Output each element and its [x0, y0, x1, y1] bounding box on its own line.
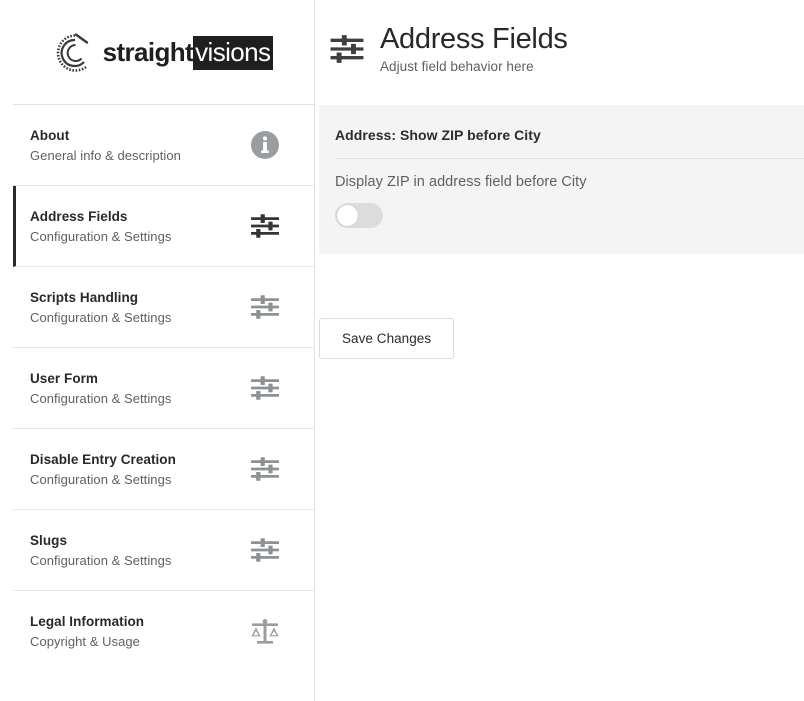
- zip-before-city-toggle[interactable]: [335, 203, 383, 228]
- sliders-icon: [248, 452, 282, 486]
- sidebar-item-title: Address Fields: [30, 208, 128, 224]
- sidebar-item-title: Slugs: [30, 532, 68, 548]
- sidebar-item-address-fields[interactable]: Address Fields Configuration & Settings: [13, 186, 314, 267]
- sidebar-item-subtitle: Configuration & Settings: [30, 552, 172, 568]
- brand-logo: straight visions: [54, 32, 274, 74]
- sidebar-item-title: Legal Information: [30, 614, 145, 629]
- brand-wordmark: straight visions: [102, 35, 274, 70]
- sidebar-item-text: Disable Entry Creation Configuration & S…: [30, 452, 176, 487]
- sidebar-item-text: About General info & description: [30, 128, 181, 163]
- page-title: Address Fields: [380, 22, 568, 55]
- sidebar-item-about[interactable]: About General info & description: [13, 105, 314, 186]
- sidebar-item-slugs[interactable]: Slugs Configuration & Settings: [13, 510, 314, 591]
- sidebar-item-title: Scripts Handling: [30, 289, 139, 305]
- brand-logo-area: straight visions: [0, 0, 314, 105]
- sidebar-item-subtitle: Configuration & Settings: [30, 471, 172, 487]
- sliders-icon: [248, 533, 282, 567]
- sidebar-nav: About General info & description Address…: [0, 105, 314, 672]
- scales-of-justice-icon: [248, 615, 282, 649]
- info-circle-icon: [248, 128, 282, 162]
- sidebar-item-subtitle: Configuration & Settings: [30, 228, 172, 244]
- actions-bar: Save Changes: [315, 254, 804, 359]
- sidebar: straight visions About General info & des…: [0, 0, 315, 701]
- sidebar-item-title: About: [30, 127, 70, 143]
- page-header-text: Address Fields Adjust field behavior her…: [380, 23, 568, 74]
- panel-title: Address: Show ZIP before City: [335, 127, 804, 159]
- sliders-icon: [327, 29, 367, 69]
- sidebar-item-user-form[interactable]: User Form Configuration & Settings: [13, 348, 314, 429]
- brand-word-visions: visions: [193, 35, 274, 70]
- sidebar-item-text: Slugs Configuration & Settings: [30, 533, 171, 568]
- sidebar-item-subtitle: Configuration & Settings: [30, 309, 172, 325]
- toggle-knob: [337, 205, 358, 226]
- panel-body: Display ZIP in address field before City: [335, 159, 804, 228]
- sidebar-item-disable-entry-creation[interactable]: Disable Entry Creation Configuration & S…: [13, 429, 314, 510]
- sidebar-item-subtitle: Configuration & Settings: [30, 390, 172, 406]
- circular-swirl-logo-mark-icon: [54, 32, 96, 74]
- sidebar-item-text: Address Fields Configuration & Settings: [30, 209, 171, 244]
- sidebar-item-scripts-handling[interactable]: Scripts Handling Configuration & Setting…: [13, 267, 314, 348]
- sidebar-item-legal-information[interactable]: Legal Information Copyright & Usage: [13, 591, 314, 672]
- sidebar-item-text: User Form Configuration & Settings: [30, 371, 171, 406]
- sidebar-item-subtitle: General info & description: [30, 147, 181, 163]
- main-content: Address Fields Adjust field behavior her…: [315, 0, 804, 701]
- page-header: Address Fields Adjust field behavior her…: [315, 0, 804, 105]
- save-changes-button[interactable]: Save Changes: [319, 318, 455, 359]
- zip-before-city-label: Display ZIP in address field before City: [335, 174, 587, 190]
- sidebar-item-text: Legal Information Copyright & Usage: [30, 614, 144, 649]
- sidebar-item-title: User Form: [30, 370, 98, 386]
- sidebar-item-text: Scripts Handling Configuration & Setting…: [30, 290, 171, 325]
- settings-panel: Address: Show ZIP before City Display ZI…: [319, 105, 804, 254]
- sliders-icon: [248, 290, 282, 324]
- page-subtitle: Adjust field behavior here: [380, 59, 534, 75]
- sliders-icon: [248, 371, 282, 405]
- sliders-icon: [248, 209, 282, 243]
- sidebar-item-title: Disable Entry Creation: [30, 451, 176, 467]
- settings-page: straight visions About General info & des…: [0, 0, 804, 701]
- brand-word-straight: straight: [102, 36, 194, 67]
- sidebar-item-subtitle: Copyright & Usage: [30, 634, 140, 649]
